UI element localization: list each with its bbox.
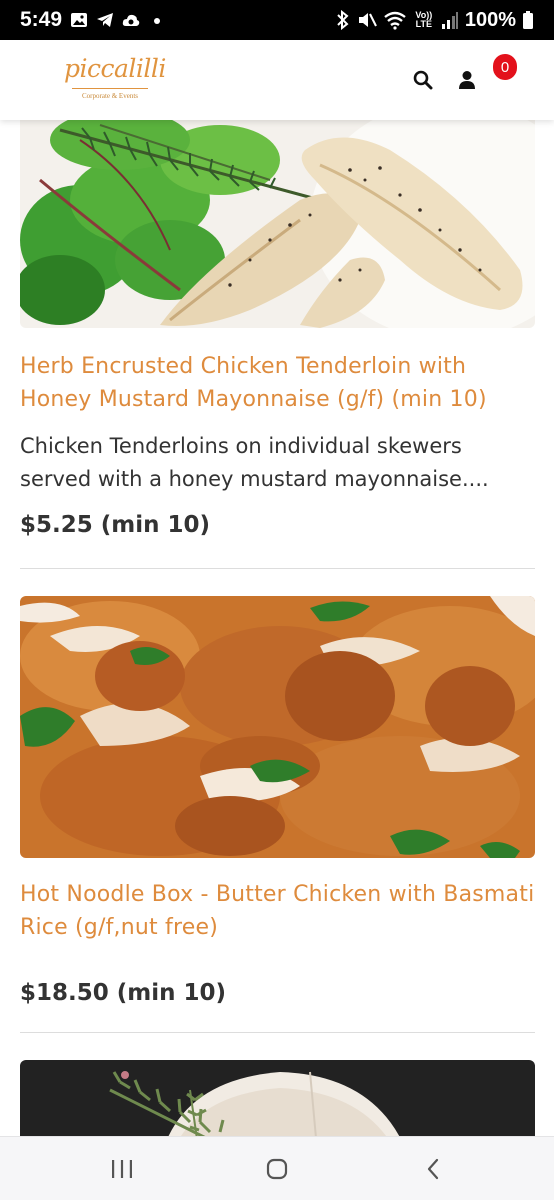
volte-icon: Vo)) LTE (415, 10, 433, 29)
recent-apps-icon[interactable] (102, 1153, 142, 1185)
dot-icon (154, 18, 161, 24)
logo-underline (72, 88, 148, 89)
mute-icon (358, 13, 377, 27)
product-card[interactable]: Herb Encrusted Chicken Tenderloin with H… (20, 120, 535, 538)
product-price: $18.50 (min 10) (20, 980, 227, 1006)
status-bar: 5:49 Vo)) LTE 100% (0, 0, 554, 40)
status-right: Vo)) LTE 100% (335, 9, 534, 32)
gallery-icon (71, 13, 88, 27)
product-price: $5.25 (min 10) (20, 512, 211, 538)
battery-percent: 100% (464, 8, 516, 31)
status-time: 5:49 (20, 8, 63, 31)
status-left: 5:49 (20, 8, 166, 32)
divider (20, 568, 535, 569)
product-card[interactable]: Hot Noodle Box - Butter Chicken with Bas… (20, 596, 535, 1006)
back-icon[interactable] (413, 1153, 453, 1185)
product-image[interactable] (20, 1060, 535, 1136)
signal-icon (441, 12, 458, 29)
home-icon[interactable] (257, 1153, 297, 1185)
product-list: Herb Encrusted Chicken Tenderloin with H… (0, 120, 554, 1136)
wifi-icon (384, 11, 406, 30)
cart-count-badge[interactable]: 0 (493, 54, 517, 80)
product-card[interactable] (20, 1060, 535, 1136)
user-icon[interactable] (453, 66, 481, 94)
logo[interactable]: piccalilli Corporate & Events (64, 54, 166, 108)
battery-icon (523, 11, 533, 29)
product-title[interactable]: Hot Noodle Box - Butter Chicken with Bas… (20, 878, 535, 944)
logo-subtext: Corporate & Events (82, 92, 138, 100)
search-icon[interactable] (409, 66, 437, 94)
product-image[interactable] (20, 120, 535, 328)
product-description: Chicken Tenderloins on individual skewer… (20, 434, 489, 491)
logo-text: piccalilli (64, 54, 166, 83)
system-nav-bar (0, 1136, 554, 1200)
product-title[interactable]: Herb Encrusted Chicken Tenderloin with H… (20, 350, 535, 416)
telegram-icon (97, 13, 114, 27)
bluetooth-icon (337, 10, 349, 30)
divider (20, 1032, 535, 1033)
site-header: piccalilli Corporate & Events 0 (0, 40, 554, 120)
product-image[interactable] (20, 596, 535, 858)
cloud-icon (122, 14, 140, 26)
